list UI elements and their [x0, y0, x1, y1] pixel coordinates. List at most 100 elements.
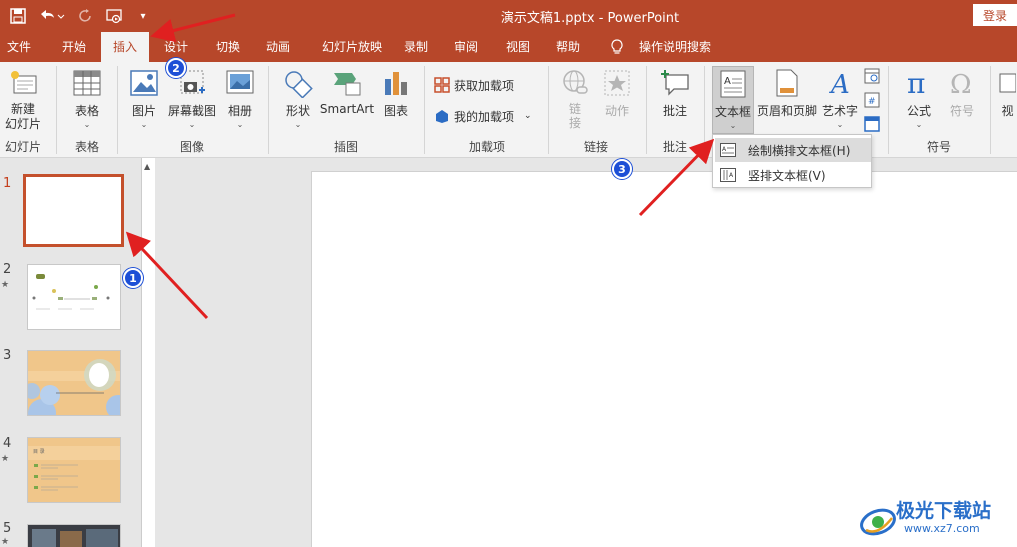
- customize-icon[interactable]: ▾: [136, 6, 150, 26]
- chevron-down-icon: ⌄: [524, 111, 532, 121]
- group-label-comments: 批注: [662, 140, 687, 154]
- equation-button[interactable]: π 公式 ⌄: [896, 68, 942, 129]
- tab-home[interactable]: 开始: [50, 32, 98, 62]
- menu-item-vertical-textbox[interactable]: A 竖排文本框(V): [715, 163, 871, 187]
- textbox-button[interactable]: A 文本框 ⌄: [712, 66, 754, 134]
- group-label-images: 图像: [179, 140, 204, 154]
- header-footer-button[interactable]: 页眉和页脚: [756, 68, 818, 119]
- watermark-logo-icon: [860, 508, 896, 536]
- comment-button[interactable]: 批注: [654, 68, 696, 119]
- menu-item-horizontal-textbox[interactable]: A 绘制横排文本框(H): [715, 138, 871, 162]
- table-label: 表格: [74, 104, 99, 118]
- comment-label: 批注: [662, 104, 687, 118]
- wordart-label: 艺术字: [821, 104, 858, 118]
- animation-star-icon: ★: [1, 454, 10, 464]
- svg-text:#: #: [868, 97, 876, 107]
- thumbnail-scrollbar[interactable]: ▲: [141, 158, 155, 547]
- group-divider: [268, 66, 269, 154]
- tab-slideshow[interactable]: 幻灯片放映: [312, 32, 392, 62]
- album-button[interactable]: 相册 ⌄: [220, 68, 260, 129]
- shapes-label: 形状: [285, 104, 310, 118]
- slide-number: 3: [3, 348, 12, 363]
- watermark: 极光下载站 www.xz7.com: [858, 496, 1016, 544]
- present-from-start-icon[interactable]: [104, 6, 126, 26]
- chevron-down-icon: ⌄: [140, 120, 148, 129]
- redo-icon[interactable]: [76, 6, 96, 26]
- slide-number: 5: [3, 521, 12, 536]
- get-addins-label: 获取加载项: [454, 78, 515, 93]
- slide-thumbnail-5[interactable]: [27, 524, 121, 547]
- tab-record[interactable]: 录制: [394, 32, 438, 62]
- tab-insert[interactable]: 插入: [101, 32, 149, 62]
- group-label-illustrations: 插图: [333, 140, 358, 154]
- action-star-icon: [602, 68, 632, 98]
- horizontal-textbox-label: 绘制横排文本框(H): [748, 143, 851, 158]
- tell-me-search[interactable]: 操作说明搜索: [630, 32, 720, 62]
- new-slide-button[interactable]: 新建 幻灯片: [0, 68, 46, 132]
- group-divider: [646, 66, 647, 154]
- smartart-button[interactable]: SmartArt: [320, 68, 374, 116]
- header-footer-icon: [772, 68, 802, 98]
- get-addins-button[interactable]: 获取加载项: [434, 75, 514, 95]
- shapes-button[interactable]: 形状 ⌄: [278, 68, 318, 129]
- video-label: 视: [1001, 104, 1014, 118]
- group-divider: [56, 66, 57, 154]
- login-button[interactable]: 登录: [973, 4, 1017, 26]
- slide-canvas[interactable]: [311, 171, 1017, 547]
- action-button[interactable]: 动作: [598, 68, 636, 119]
- chevron-down-icon: ⌄: [915, 120, 923, 129]
- slide-thumbnail-2[interactable]: [27, 264, 121, 330]
- tab-transitions[interactable]: 切换: [206, 32, 250, 62]
- chart-button[interactable]: 图表: [378, 68, 414, 119]
- tab-view[interactable]: 视图: [496, 32, 540, 62]
- group-label-links: 链接: [583, 140, 608, 154]
- group-label-slides: 幻灯片: [4, 140, 41, 154]
- table-button[interactable]: 表格 ⌄: [64, 68, 110, 129]
- scroll-up-icon[interactable]: ▲: [144, 162, 150, 171]
- link-button[interactable]: 链 接: [556, 68, 594, 130]
- group-divider: [548, 66, 549, 154]
- addin-icon: [434, 108, 450, 124]
- globe-link-icon: [560, 68, 590, 98]
- omega-icon: Ω: [947, 68, 977, 98]
- save-icon[interactable]: [8, 6, 28, 26]
- symbol-button[interactable]: Ω 符号: [942, 68, 982, 119]
- my-addins-button[interactable]: 我的加载项 ⌄: [434, 106, 532, 126]
- slide-thumbnail-1[interactable]: [23, 174, 124, 247]
- slide-4-title: 目 录: [33, 448, 45, 455]
- textbox-icon: A: [718, 69, 748, 99]
- group-label-addins: 加载项: [468, 140, 505, 154]
- tab-help[interactable]: 帮助: [546, 32, 590, 62]
- slide-number-icon[interactable]: #: [864, 92, 880, 108]
- slide-thumbnail-4[interactable]: 目 录: [27, 437, 121, 503]
- undo-icon[interactable]: [36, 6, 66, 26]
- svg-text:π: π: [907, 69, 925, 97]
- tab-animations[interactable]: 动画: [256, 32, 300, 62]
- animation-star-icon: ★: [1, 537, 10, 547]
- step-badge-2: 2: [166, 58, 186, 78]
- chevron-down-icon: ⌄: [836, 120, 844, 129]
- group-divider: [424, 66, 425, 154]
- store-icon: [434, 77, 450, 93]
- video-button[interactable]: 视: [998, 68, 1017, 119]
- ribbon-tab-bar: 文件 开始 插入 设计 切换 动画 幻灯片放映 录制 审阅 视图 帮助 操作说明…: [0, 32, 1017, 62]
- document-title: 演示文稿1.pptx - PowerPoint: [500, 11, 680, 26]
- object-icon[interactable]: [864, 116, 880, 132]
- action-label: 动作: [604, 104, 629, 118]
- title-bar: ▾ 演示文稿1.pptx - PowerPoint 登录: [0, 0, 1017, 32]
- new-slide-icon: [8, 68, 38, 98]
- header-footer-label: 页眉和页脚: [756, 104, 817, 118]
- svg-text:A: A: [829, 70, 850, 97]
- link-label: 链 接: [568, 102, 581, 130]
- slide-thumbnail-3[interactable]: [27, 350, 121, 416]
- picture-label: 图片: [131, 104, 156, 118]
- date-time-icon[interactable]: [864, 68, 880, 84]
- tab-file[interactable]: 文件: [0, 32, 38, 62]
- slide-number: 4: [3, 436, 12, 451]
- horizontal-textbox-icon: A: [720, 143, 736, 157]
- svg-text:A: A: [724, 76, 731, 87]
- tab-review[interactable]: 审阅: [444, 32, 488, 62]
- wordart-button[interactable]: A 艺术字 ⌄: [820, 68, 860, 129]
- picture-button[interactable]: 图片 ⌄: [124, 68, 164, 129]
- photo-album-icon: [225, 68, 255, 98]
